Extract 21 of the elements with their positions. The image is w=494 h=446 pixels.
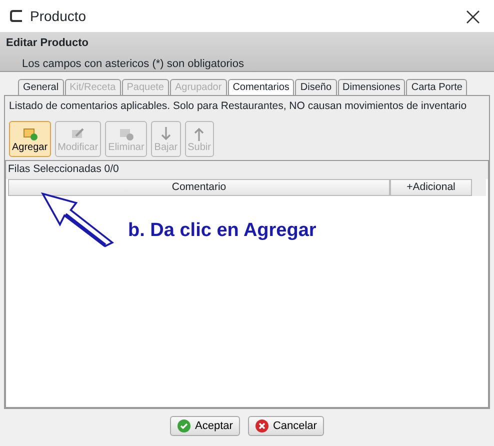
check-icon (177, 419, 192, 433)
tab[interactable]: Comentarios (228, 79, 294, 95)
header-subtitle: Los campos con astericos (*) son obligatorios (21, 56, 245, 72)
annotation-text: b. Da clic en Agregar (128, 220, 316, 242)
column-header[interactable]: Comentario (8, 178, 390, 196)
selected-rows-label: Filas Seleccionadas 0/0 (6, 160, 488, 178)
tab[interactable]: Dimensiones (338, 79, 406, 95)
column-header[interactable]: +Adicional (390, 178, 472, 196)
accept-button[interactable]: Aceptar (170, 416, 240, 436)
add-icon (22, 126, 38, 142)
app-logo-icon (10, 9, 24, 23)
tab[interactable]: Carta Porte (406, 79, 468, 95)
header-title: Editar Producto (6, 36, 90, 51)
window-title: Producto (30, 6, 86, 26)
arrow-icon (40, 192, 114, 248)
tab[interactable]: General (18, 79, 64, 95)
tab[interactable]: Diseño (295, 79, 337, 95)
toolbar-button[interactable]: Agregar (9, 120, 51, 157)
description-text: Listado de comentarios aplicables. Solo para Restaurantes, NO causan movimientos de inventario (9, 99, 468, 114)
cancel-icon (254, 419, 269, 433)
cancel-button[interactable]: Cancelar (248, 416, 324, 436)
